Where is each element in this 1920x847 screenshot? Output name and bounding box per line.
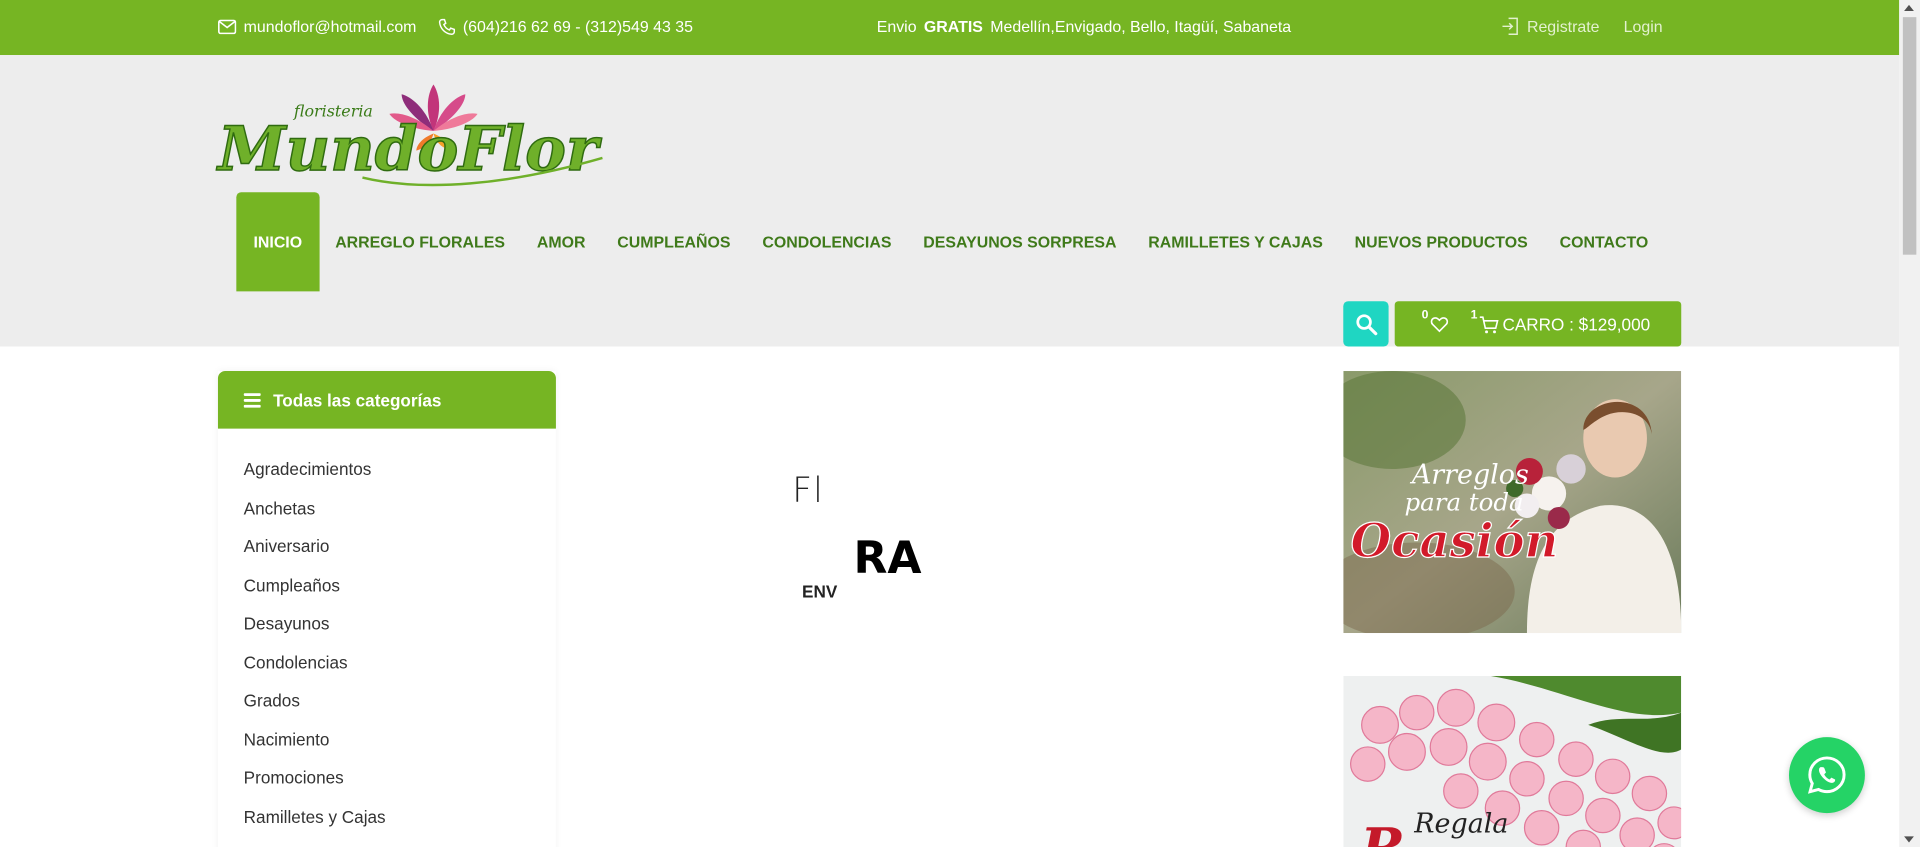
cart-total: CARRO : $129,000 [1502, 314, 1651, 335]
category-item[interactable]: Agradecimientos [218, 457, 556, 496]
banner-arreglos[interactable]: Arreglos para toda Ocasión [1343, 371, 1682, 634]
nav-inicio[interactable]: INICIO [236, 192, 320, 292]
shipping-notice: Envio GRATIS Medellín,Envigado, Bello, I… [877, 17, 1291, 35]
login-icon [1502, 17, 1518, 36]
page: mundoflor@hotmail.com (604)216 62 69 - (… [0, 0, 1920, 847]
shipping-cities: Medellín,Envigado, Bello, Itagüí, Sabane… [990, 17, 1292, 36]
shipping-bold: GRATIS [923, 17, 983, 36]
top-bar: mundoflor@hotmail.com (604)216 62 69 - (… [0, 0, 1900, 56]
banner-1-line3: Ocasión [1351, 513, 1559, 568]
scroll-down-icon[interactable] [1904, 836, 1914, 843]
banner-2-initial: R [1358, 816, 1405, 847]
banner-arreglos-image: Arreglos para toda Ocasión [1343, 371, 1682, 634]
shipping-prefix: Envio [876, 17, 917, 36]
phone-text: (604)216 62 69 - (312)549 43 35 [462, 17, 693, 36]
slider-title: RA [853, 533, 922, 585]
category-item[interactable]: Aniversario [218, 534, 556, 573]
cart-icon [1479, 316, 1499, 334]
nav-desayunos-sorpresa[interactable]: DESAYUNOS SORPRESA [907, 192, 1132, 291]
nav-ramilletes-y-cajas[interactable]: RAMILLETES Y CAJAS [1132, 192, 1338, 291]
nav-nuevos-productos[interactable]: NUEVOS PRODUCTOS [1339, 192, 1544, 291]
heart-icon [1430, 317, 1448, 333]
main-nav: INICIO ARREGLO FLORALES AMOR CUMPLEAÑOS … [236, 192, 1665, 292]
contact-phone[interactable]: (604)216 62 69 - (312)549 43 35 [438, 17, 693, 36]
search-button[interactable] [1343, 301, 1389, 347]
nav-cumpleanos[interactable]: CUMPLEAÑOS [601, 192, 746, 291]
scroll-up-icon[interactable] [1904, 4, 1914, 12]
category-item[interactable]: Desayunos [218, 611, 556, 650]
cart-widget[interactable]: 0 1 CARRO : $129,000 [1394, 301, 1682, 347]
category-header[interactable]: Todas las categorías [217, 371, 556, 429]
category-item[interactable]: Ramilletes y Cajas [218, 804, 556, 843]
category-item[interactable]: Condolencias [218, 650, 556, 689]
banner-regala[interactable]: Regala R [1343, 675, 1682, 847]
register-link[interactable]: Registrate [1501, 17, 1600, 36]
scroll-thumb[interactable] [1902, 17, 1917, 255]
wishlist-count: 0 [1421, 308, 1429, 323]
nav-amor[interactable]: AMOR [521, 192, 601, 291]
cart-count: 1 [1470, 308, 1478, 323]
category-item[interactable]: Promociones [218, 765, 556, 804]
login-label: Login [1623, 17, 1663, 36]
category-title: Todas las categorías [273, 390, 442, 410]
nav-contacto[interactable]: CONTACTO [1544, 192, 1665, 291]
category-item[interactable]: Nacimiento [218, 727, 556, 766]
bars-icon [243, 392, 261, 408]
nav-condolencias[interactable]: CONDOLENCIAS [746, 192, 907, 291]
phone-icon [438, 18, 456, 35]
page-scrollbar[interactable] [1899, 0, 1920, 847]
email-text: mundoflor@hotmail.com [243, 17, 417, 36]
wishlist-button[interactable]: 0 [1422, 309, 1448, 333]
category-item[interactable]: Anchetas [218, 495, 556, 534]
site-logo[interactable]: floristeria MundoFlor [215, 82, 605, 195]
cart-button[interactable]: 1 [1471, 309, 1499, 335]
header: floristeria MundoFlor INICIO ARREGLO FLO… [0, 55, 1900, 347]
banner-2-line1: Regala [1413, 809, 1508, 840]
logo-main-text: MundoFlor [216, 114, 602, 185]
register-label: Registrate [1526, 17, 1600, 36]
login-link[interactable]: Login [1624, 17, 1663, 35]
whatsapp-icon [1807, 756, 1846, 794]
slider-heading: Fl [792, 470, 824, 511]
category-item[interactable]: Cumpleaños [218, 572, 556, 611]
search-icon [1355, 313, 1377, 335]
category-sidebar: Todas las categorías Agradecimientos Anc… [217, 371, 556, 847]
slider-subtitle: ENV [802, 581, 838, 602]
whatsapp-button[interactable] [1788, 737, 1865, 814]
mail-icon [218, 19, 237, 34]
banner-1-line1: Arreglos [1409, 460, 1529, 491]
nav-arreglo-florales[interactable]: ARREGLO FLORALES [319, 192, 521, 291]
contact-email[interactable]: mundoflor@hotmail.com [218, 17, 417, 36]
category-item[interactable]: Grados [218, 688, 556, 727]
banner-regala-image: Regala R [1343, 675, 1682, 847]
category-list: Agradecimientos Anchetas Aniversario Cum… [218, 429, 556, 843]
